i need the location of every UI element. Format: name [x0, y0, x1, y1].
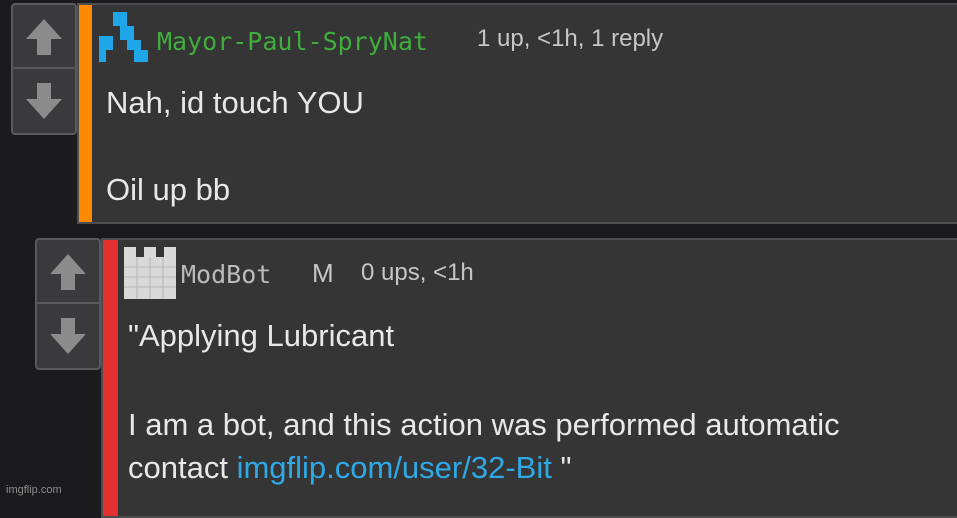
comment-text-line-1: Nah, id touch YOU [106, 85, 364, 120]
comment-accent-bar-2 [103, 240, 118, 516]
comment-meta-1: 1 up, <1h, 1 reply [477, 25, 664, 52]
comment-text-line-2: I am a bot, and this action was performe… [128, 407, 840, 442]
contact-prefix: contact [128, 450, 237, 485]
comment-meta-2: 0 ups, <1h [361, 259, 474, 286]
vote-box-2 [35, 238, 101, 370]
quote-suffix: " [551, 450, 572, 485]
username-2[interactable]: ModBot [181, 260, 271, 289]
comment-card-2: ModBot M 0 ups, <1h "Applying Lubricant … [101, 238, 957, 518]
watermark: imgflip.com [6, 484, 62, 496]
comment-text-line-1: "Applying Lubricant [128, 318, 395, 353]
castle-avatar-icon[interactable] [124, 247, 176, 299]
upvote-button-2[interactable] [37, 240, 99, 304]
downvote-button-1[interactable] [13, 67, 75, 133]
downvote-arrow-icon [26, 83, 62, 119]
username-1[interactable]: Mayor-Paul-SpryNat [157, 27, 428, 56]
comment-card-1: Mayor-Paul-SpryNat 1 up, <1h, 1 reply Na… [77, 3, 957, 224]
upvote-arrow-icon [50, 254, 86, 290]
comment-accent-bar-1 [79, 5, 92, 222]
comment-text-line-2: Oil up bb [106, 172, 231, 207]
upvote-arrow-icon [26, 19, 62, 55]
downvote-arrow-icon [50, 318, 86, 354]
profile-link[interactable]: imgflip.com/user/32-Bit [237, 450, 552, 485]
user-avatar-icon[interactable] [99, 12, 151, 64]
vote-box-1 [11, 3, 77, 135]
comment-text-line-3: contact imgflip.com/user/32-Bit " [128, 450, 571, 486]
mod-badge: M [312, 258, 334, 288]
upvote-button-1[interactable] [13, 5, 75, 69]
downvote-button-2[interactable] [37, 302, 99, 368]
